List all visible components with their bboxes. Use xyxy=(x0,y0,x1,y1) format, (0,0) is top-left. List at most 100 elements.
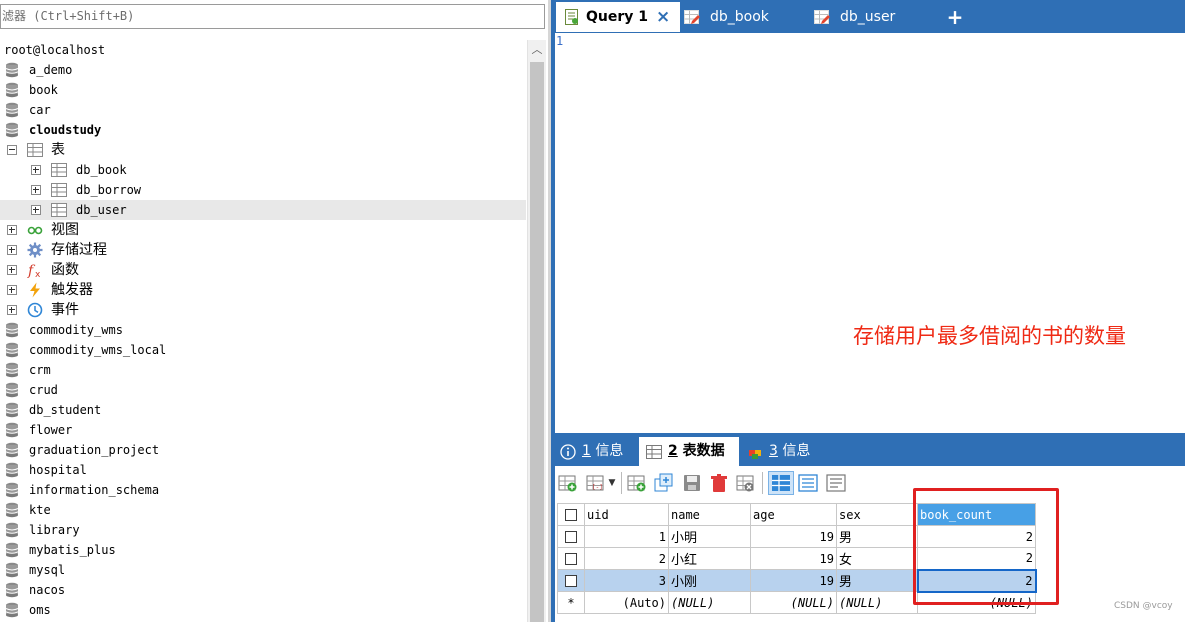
tree-scrollbar[interactable]: ︿ xyxy=(527,40,546,622)
tree-database[interactable]: information_schema xyxy=(0,480,526,500)
database-icon xyxy=(5,102,19,118)
tree-tables-folder[interactable]: 表 xyxy=(0,140,526,160)
tree-database[interactable]: book xyxy=(0,80,526,100)
tab-db-user[interactable]: db_user xyxy=(810,2,940,32)
delete-icon[interactable] xyxy=(709,473,729,493)
result-tab-label: 2 表数据 xyxy=(668,443,725,459)
cell-age[interactable]: (NULL) xyxy=(750,591,837,614)
tree-database[interactable]: commodity_wms xyxy=(0,320,526,340)
expand-icon[interactable] xyxy=(7,305,17,315)
tree-database[interactable]: a_demo xyxy=(0,60,526,80)
tree-database[interactable]: commodity_wms_local xyxy=(0,340,526,360)
cell-sex[interactable]: 女 xyxy=(836,547,918,570)
tab-info-1[interactable]: 1 信息 xyxy=(553,437,636,466)
tree-folder-views[interactable]: 视图 xyxy=(0,220,526,240)
expand-icon[interactable] xyxy=(7,265,17,275)
database-icon xyxy=(5,562,19,578)
refresh-icon[interactable] xyxy=(736,473,756,493)
select-all-checkbox[interactable] xyxy=(557,503,585,526)
database-icon xyxy=(5,582,19,598)
close-icon[interactable]: × xyxy=(656,2,670,32)
tree-database[interactable]: car xyxy=(0,100,526,120)
duplicate-row-icon[interactable] xyxy=(654,473,674,493)
tree-database[interactable]: oms xyxy=(0,600,526,620)
line-number: 1 xyxy=(556,34,564,48)
cell-age[interactable]: 19 xyxy=(750,547,837,570)
tree-database-active[interactable]: cloudstudy xyxy=(0,120,526,140)
cell-sex[interactable]: 男 xyxy=(836,569,918,592)
filter-input[interactable]: 滤器 (Ctrl+Shift+B) xyxy=(0,4,545,29)
add-row-icon[interactable] xyxy=(558,473,578,493)
insert-row-icon[interactable] xyxy=(627,473,647,493)
tree-table[interactable]: db_borrow xyxy=(0,180,526,200)
row-checkbox[interactable] xyxy=(557,525,585,548)
form-view-icon[interactable] xyxy=(798,473,818,493)
cell-name[interactable]: 小刚 xyxy=(668,569,751,592)
cell-age[interactable]: 19 xyxy=(750,525,837,548)
tree-database[interactable]: graduation_project xyxy=(0,440,526,460)
database-icon xyxy=(5,482,19,498)
tree-database[interactable]: library xyxy=(0,520,526,540)
scrollbar-thumb[interactable] xyxy=(530,62,544,622)
tree-database[interactable]: hospital xyxy=(0,460,526,480)
tree-database[interactable]: kte xyxy=(0,500,526,520)
cell-uid[interactable]: 2 xyxy=(584,547,669,570)
text-view-icon[interactable] xyxy=(826,473,846,493)
cell-uid[interactable]: (Auto) xyxy=(584,591,669,614)
tab-info-3[interactable]: 3 信息 xyxy=(743,437,823,466)
tree-database[interactable]: crud xyxy=(0,380,526,400)
tree-database[interactable]: flower xyxy=(0,420,526,440)
scroll-up-icon[interactable]: ︿ xyxy=(528,40,546,60)
tree-folder-triggers[interactable]: 触发器 xyxy=(0,280,526,300)
tree-database[interactable]: nacos xyxy=(0,580,526,600)
expand-icon[interactable] xyxy=(31,205,41,215)
expand-icon[interactable] xyxy=(7,225,17,235)
cell-sex[interactable]: 男 xyxy=(836,525,918,548)
tab-table-data[interactable]: 2 表数据 xyxy=(639,437,739,466)
tree-folder-procedures[interactable]: 存储过程 xyxy=(0,240,526,260)
column-header-name[interactable]: name xyxy=(668,503,751,526)
expand-icon[interactable] xyxy=(7,245,17,255)
cell-uid[interactable]: 1 xyxy=(584,525,669,548)
tree-folder-functions[interactable]: fx 函数 xyxy=(0,260,526,280)
cell-uid[interactable]: 3 xyxy=(584,569,669,592)
save-icon[interactable] xyxy=(682,473,702,493)
clock-icon xyxy=(27,302,43,318)
cell-name[interactable]: 小明 xyxy=(668,525,751,548)
gear-icon xyxy=(27,242,43,258)
row-checkbox[interactable] xyxy=(557,569,585,592)
tree-connection[interactable]: root@localhost xyxy=(0,40,526,60)
column-header-age[interactable]: age xyxy=(750,503,837,526)
cell-age[interactable]: 19 xyxy=(750,569,837,592)
dropdown-arrow-icon[interactable]: ▼ xyxy=(607,473,617,493)
tree-folder-events[interactable]: 事件 xyxy=(0,300,526,320)
tree-table-selected[interactable]: db_user xyxy=(0,200,526,220)
tree-table[interactable]: db_book xyxy=(0,160,526,180)
grid-icon xyxy=(646,445,662,459)
tree-database[interactable]: crm xyxy=(0,360,526,380)
database-icon xyxy=(5,542,19,558)
tab-label: db_book xyxy=(710,9,769,25)
column-header-sex[interactable]: sex xyxy=(836,503,918,526)
grid-mode-icon[interactable]: [-] xyxy=(586,473,606,493)
expand-icon[interactable] xyxy=(31,185,41,195)
row-checkbox[interactable] xyxy=(557,547,585,570)
sql-editor[interactable]: 1 存储用户最多借阅的书的数量 xyxy=(551,33,1185,433)
tab-db-book[interactable]: db_book xyxy=(680,2,810,32)
expand-icon[interactable] xyxy=(31,165,41,175)
database-icon xyxy=(5,502,19,518)
collapse-icon[interactable] xyxy=(7,145,17,155)
expand-icon[interactable] xyxy=(7,285,17,295)
grid-view-icon[interactable] xyxy=(768,471,794,495)
tree-database[interactable]: mybatis_plus xyxy=(0,540,526,560)
tree-database[interactable]: db_student xyxy=(0,400,526,420)
tab-query-1[interactable]: Query 1 × xyxy=(556,2,680,32)
cell-name[interactable]: (NULL) xyxy=(668,591,751,614)
tree-database[interactable]: mysql xyxy=(0,560,526,580)
function-icon: fx xyxy=(27,263,41,278)
database-icon xyxy=(5,442,19,458)
column-header-uid[interactable]: uid xyxy=(584,503,669,526)
cell-name[interactable]: 小红 xyxy=(668,547,751,570)
add-tab-button[interactable]: + xyxy=(945,2,965,32)
cell-sex[interactable]: (NULL) xyxy=(836,591,918,614)
